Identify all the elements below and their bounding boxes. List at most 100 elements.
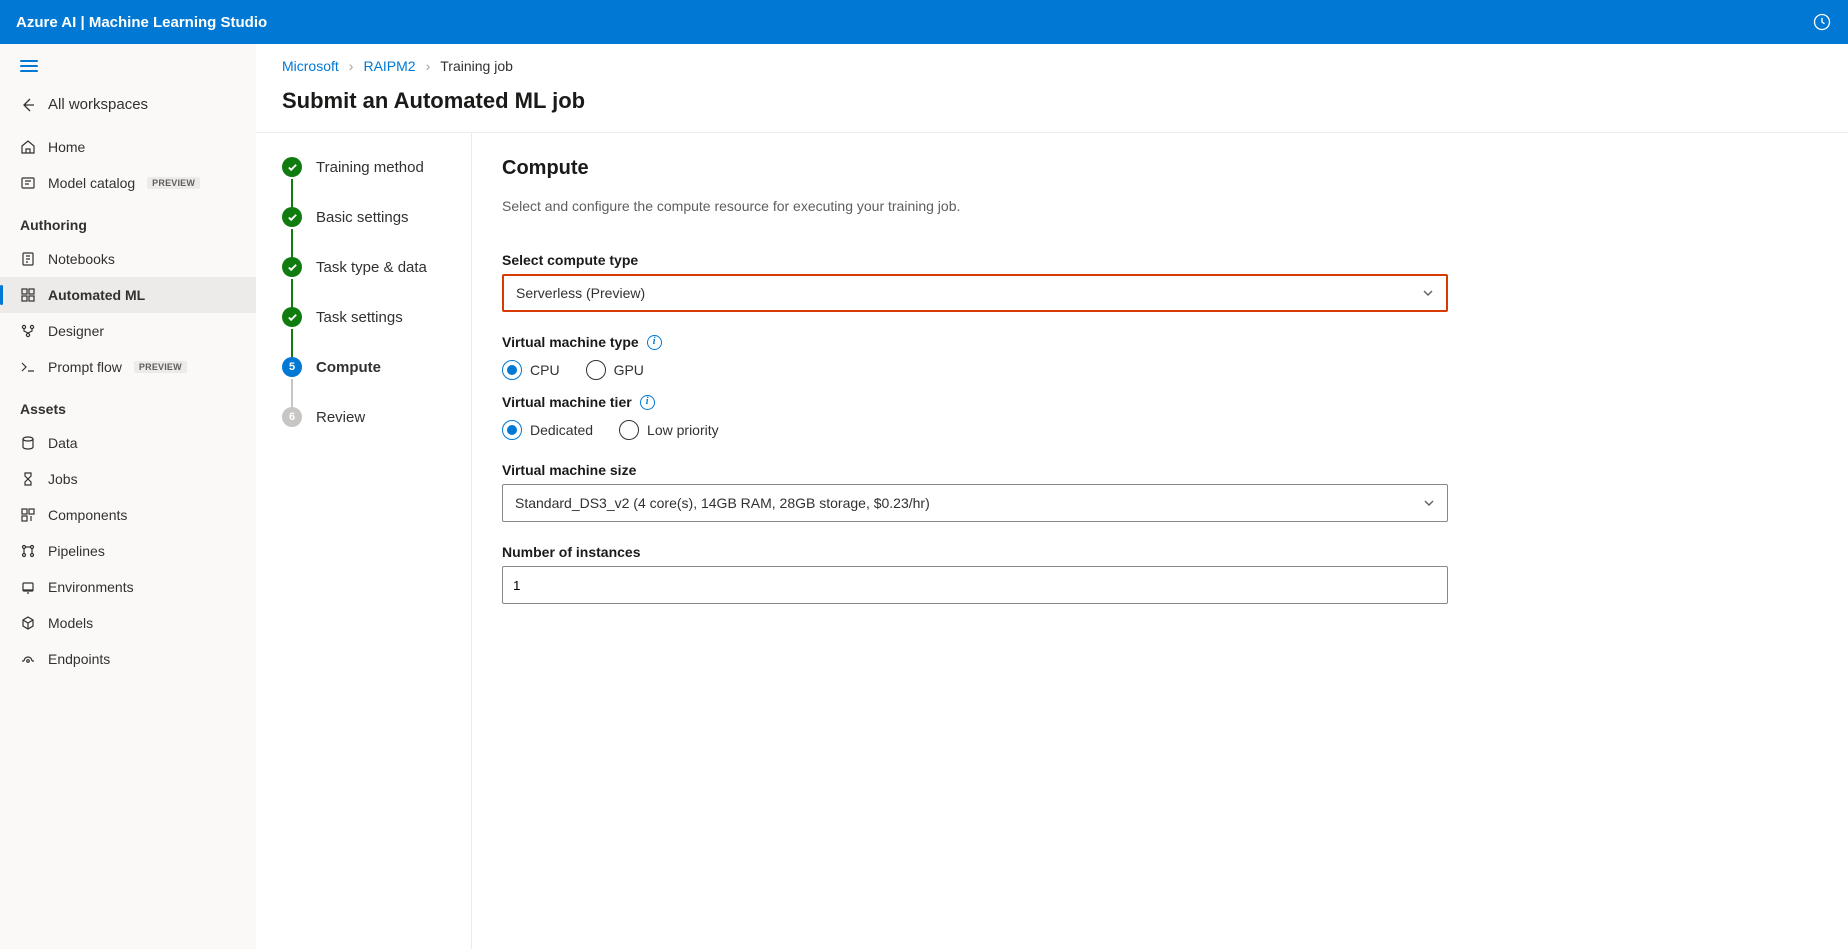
field-label-text: Virtual machine type: [502, 334, 639, 350]
models-icon: [20, 615, 36, 631]
automl-icon: [20, 287, 36, 303]
field-label: Number of instances: [502, 544, 1448, 560]
check-icon: [282, 257, 302, 277]
sidebar-item-model-catalog[interactable]: Model catalog PREVIEW: [0, 165, 256, 201]
field-label-text: Virtual machine tier: [502, 394, 632, 410]
sidebar-item-automated-ml[interactable]: Automated ML: [0, 277, 256, 313]
sidebar-item-label: Notebooks: [48, 251, 115, 267]
field-vm-type: Virtual machine type i CPU GPU: [502, 334, 1448, 440]
environments-icon: [20, 579, 36, 595]
radio-dedicated[interactable]: Dedicated: [502, 420, 593, 440]
wizard-step-label: Task type & data: [316, 259, 427, 276]
sidebar: All workspaces Home Model catalog PREVIE…: [0, 44, 256, 949]
sidebar-item-label: Models: [48, 615, 93, 631]
prompt-icon: [20, 359, 36, 375]
wizard-step-label: Training method: [316, 159, 424, 176]
sidebar-item-endpoints[interactable]: Endpoints: [0, 641, 256, 677]
sidebar-item-components[interactable]: Components: [0, 497, 256, 533]
radio-cpu[interactable]: CPU: [502, 360, 560, 380]
sidebar-item-label: Components: [48, 507, 127, 523]
sidebar-item-data[interactable]: Data: [0, 425, 256, 461]
sidebar-item-label: Automated ML: [48, 287, 145, 303]
field-label: Virtual machine size: [502, 462, 1448, 478]
notebook-icon: [20, 251, 36, 267]
components-icon: [20, 507, 36, 523]
sidebar-item-label: Data: [48, 435, 78, 451]
breadcrumb-link-microsoft[interactable]: Microsoft: [282, 58, 339, 74]
sidebar-item-notebooks[interactable]: Notebooks: [0, 241, 256, 277]
check-icon: [282, 157, 302, 177]
wizard-step-task-type-data[interactable]: Task type & data: [282, 257, 459, 307]
wizard-step-label: Compute: [316, 359, 381, 376]
wizard-step-training-method[interactable]: Training method: [282, 157, 459, 207]
wizard-step-label: Review: [316, 409, 365, 426]
breadcrumb-current: Training job: [440, 58, 513, 74]
step-number-icon: 6: [282, 407, 302, 427]
breadcrumb-link-workspace[interactable]: RAIPM2: [363, 58, 415, 74]
sidebar-item-home[interactable]: Home: [0, 129, 256, 165]
chevron-down-icon: [1423, 497, 1435, 509]
breadcrumb: Microsoft › RAIPM2 › Training job: [256, 44, 1848, 88]
field-compute-type: Select compute type Serverless (Preview): [502, 252, 1448, 312]
wizard-step-label: Basic settings: [316, 209, 409, 226]
sidebar-item-label: Prompt flow: [48, 359, 122, 375]
sidebar-item-label: Environments: [48, 579, 134, 595]
field-label: Virtual machine type i: [502, 334, 1448, 350]
preview-badge: PREVIEW: [134, 361, 187, 373]
sidebar-item-label: Jobs: [48, 471, 78, 487]
jobs-icon: [20, 471, 36, 487]
sidebar-item-models[interactable]: Models: [0, 605, 256, 641]
radio-icon: [619, 420, 639, 440]
sidebar-item-jobs[interactable]: Jobs: [0, 461, 256, 497]
radio-label: Low priority: [647, 422, 719, 438]
radio-icon: [502, 360, 522, 380]
wizard-step-task-settings[interactable]: Task settings: [282, 307, 459, 357]
topbar-title: Azure AI | Machine Learning Studio: [16, 14, 267, 31]
sidebar-item-pipelines[interactable]: Pipelines: [0, 533, 256, 569]
wizard-step-basic-settings[interactable]: Basic settings: [282, 207, 459, 257]
sidebar-item-designer[interactable]: Designer: [0, 313, 256, 349]
check-icon: [282, 307, 302, 327]
sidebar-item-prompt-flow[interactable]: Prompt flow PREVIEW: [0, 349, 256, 385]
info-icon[interactable]: i: [640, 395, 655, 410]
wizard-steps: Training method Basic settings Task type…: [256, 133, 472, 949]
sidebar-item-label: Model catalog: [48, 175, 135, 191]
select-value: Serverless (Preview): [516, 285, 645, 301]
page-title: Submit an Automated ML job: [256, 88, 1848, 132]
compute-type-select[interactable]: Serverless (Preview): [502, 274, 1448, 312]
radio-label: Dedicated: [530, 422, 593, 438]
field-vm-size: Virtual machine size Standard_DS3_v2 (4 …: [502, 462, 1448, 522]
topbar-actions: [1812, 12, 1832, 32]
main: Microsoft › RAIPM2 › Training job Submit…: [256, 44, 1848, 949]
form-description: Select and configure the compute resourc…: [502, 198, 1808, 214]
sidebar-item-environments[interactable]: Environments: [0, 569, 256, 605]
form-area: Compute Select and configure the compute…: [472, 133, 1848, 949]
step-number-icon: 5: [282, 357, 302, 377]
sidebar-item-label: Home: [48, 139, 85, 155]
form-title: Compute: [502, 157, 1808, 180]
instances-input[interactable]: [502, 566, 1448, 604]
chevron-right-icon: ›: [349, 58, 354, 74]
topbar: Azure AI | Machine Learning Studio: [0, 0, 1848, 44]
radio-low-priority[interactable]: Low priority: [619, 420, 719, 440]
radio-gpu[interactable]: GPU: [586, 360, 644, 380]
hamburger-button[interactable]: [0, 60, 256, 86]
radio-icon: [502, 420, 522, 440]
wizard-step-compute[interactable]: 5 Compute: [282, 357, 459, 407]
sidebar-section-authoring: Authoring: [0, 201, 256, 241]
data-icon: [20, 435, 36, 451]
wizard-step-review[interactable]: 6 Review: [282, 407, 459, 427]
back-label: All workspaces: [48, 96, 148, 113]
pipelines-icon: [20, 543, 36, 559]
hamburger-icon: [20, 60, 38, 74]
clock-icon[interactable]: [1812, 12, 1832, 32]
arrow-left-icon: [20, 97, 36, 113]
home-icon: [20, 139, 36, 155]
vm-size-select[interactable]: Standard_DS3_v2 (4 core(s), 14GB RAM, 28…: [502, 484, 1448, 522]
info-icon[interactable]: i: [647, 335, 662, 350]
radio-label: GPU: [614, 362, 644, 378]
preview-badge: PREVIEW: [147, 177, 200, 189]
designer-icon: [20, 323, 36, 339]
select-value: Standard_DS3_v2 (4 core(s), 14GB RAM, 28…: [515, 495, 930, 511]
back-all-workspaces[interactable]: All workspaces: [0, 86, 256, 129]
